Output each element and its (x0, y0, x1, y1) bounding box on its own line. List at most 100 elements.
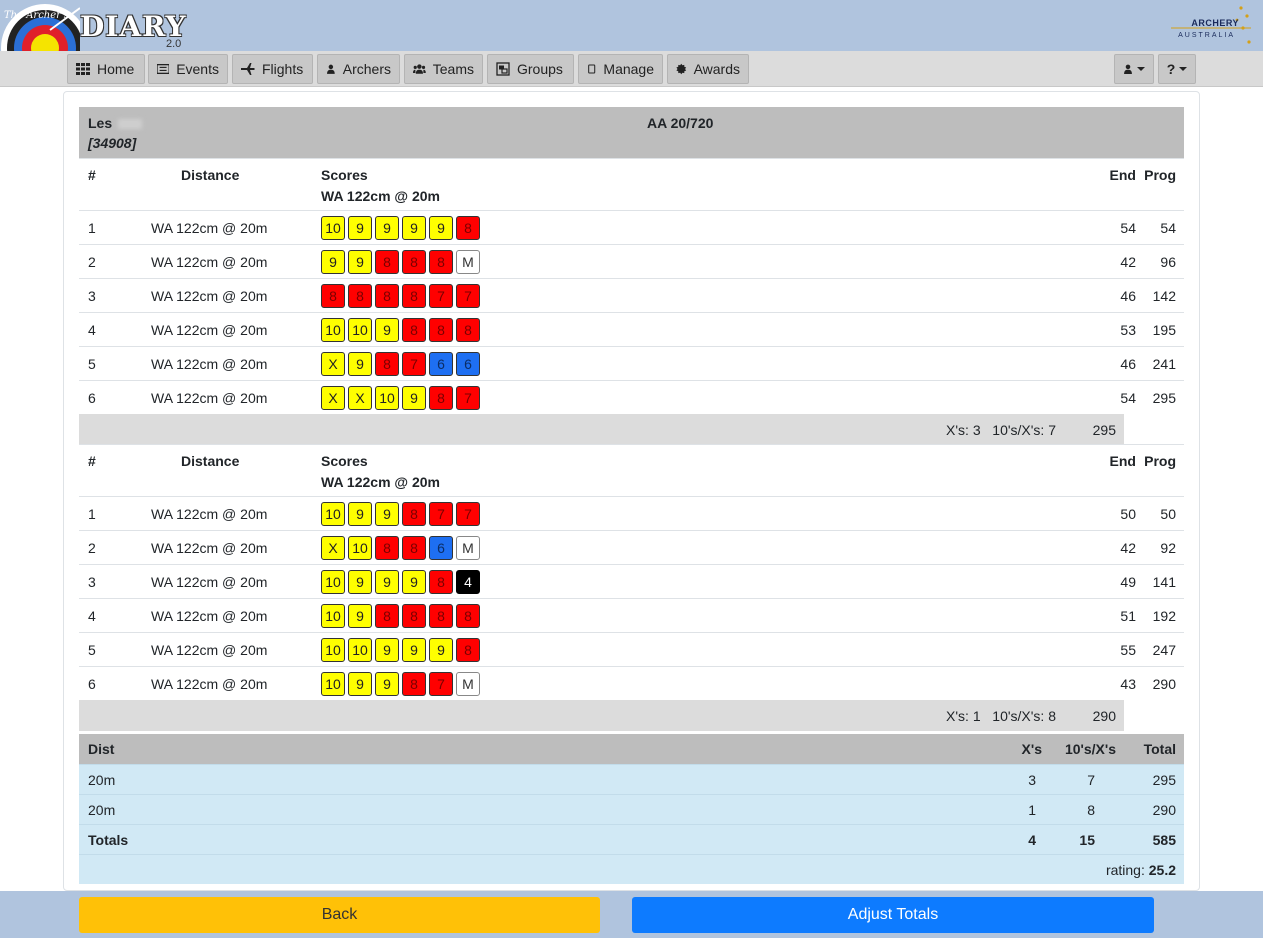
arrow-score[interactable]: 7 (456, 502, 480, 526)
arrow-score[interactable]: 9 (348, 216, 372, 240)
arrow-score[interactable]: 8 (429, 386, 453, 410)
arrow-score[interactable]: 8 (321, 284, 345, 308)
arrow-score[interactable]: 9 (321, 250, 345, 274)
arrow-score[interactable]: 10 (321, 604, 345, 628)
arrow-score[interactable]: 8 (456, 216, 480, 240)
arrow-score[interactable]: 8 (429, 250, 453, 274)
arrow-score[interactable]: 8 (375, 604, 399, 628)
arrow-score[interactable]: 8 (456, 638, 480, 662)
arrow-score[interactable]: 8 (429, 570, 453, 594)
arrow-score[interactable]: 10 (321, 502, 345, 526)
arrow-score[interactable]: 8 (402, 284, 426, 308)
nav-awards-button[interactable]: Awards (667, 54, 749, 84)
arrow-score[interactable]: 10 (321, 570, 345, 594)
arrow-score[interactable]: 9 (348, 250, 372, 274)
end-row[interactable]: 2 WA 122cm @ 20m X 10 8 8 6 M 42 92 (79, 530, 1184, 564)
arrow-score[interactable]: X (348, 386, 372, 410)
help-menu-dropdown[interactable]: ? (1158, 54, 1196, 84)
nav-home-button[interactable]: Home (67, 54, 145, 84)
arrow-score[interactable]: 9 (348, 352, 372, 376)
arrow-score[interactable]: 8 (402, 604, 426, 628)
arrow-score[interactable]: 8 (402, 502, 426, 526)
arrow-score[interactable]: 8 (375, 536, 399, 560)
end-row[interactable]: 6 WA 122cm @ 20m X X 10 9 8 7 54 295 (79, 380, 1184, 414)
arrow-score[interactable]: 9 (375, 502, 399, 526)
arrow-score[interactable]: 7 (429, 502, 453, 526)
end-number: 6 (88, 390, 96, 406)
nav-events-button[interactable]: Events (148, 54, 228, 84)
arrow-score[interactable]: X (321, 352, 345, 376)
arrow-score[interactable]: M (456, 536, 480, 560)
arrow-score[interactable]: 6 (429, 352, 453, 376)
arrow-score[interactable]: 8 (402, 536, 426, 560)
adjust-totals-button[interactable]: Adjust Totals (632, 897, 1154, 933)
arrow-score[interactable]: 7 (456, 386, 480, 410)
arrow-score[interactable]: 10 (375, 386, 399, 410)
arrow-score[interactable]: M (456, 672, 480, 696)
arrow-score[interactable]: 10 (348, 638, 372, 662)
arrow-score[interactable]: 8 (375, 284, 399, 308)
nav-teams-button[interactable]: Teams (404, 54, 483, 84)
arrow-score[interactable]: 8 (429, 604, 453, 628)
arrow-score[interactable]: 9 (429, 638, 453, 662)
nav-manage-button[interactable]: Manage (578, 54, 663, 84)
arrow-score[interactable]: 7 (456, 284, 480, 308)
arrow-score[interactable]: M (456, 250, 480, 274)
end-row[interactable]: 3 WA 122cm @ 20m 10 9 9 9 8 4 49 141 (79, 564, 1184, 598)
arrow-score[interactable]: 10 (348, 536, 372, 560)
arrow-score[interactable]: 8 (375, 352, 399, 376)
arrow-score[interactable]: 4 (456, 570, 480, 594)
summary-tens: 7 (1087, 772, 1095, 788)
arrow-score[interactable]: 9 (348, 604, 372, 628)
end-row[interactable]: 2 WA 122cm @ 20m 9 9 8 8 8 M 42 96 (79, 244, 1184, 278)
end-row[interactable]: 5 WA 122cm @ 20m 10 10 9 9 9 8 55 247 (79, 632, 1184, 666)
end-row[interactable]: 1 WA 122cm @ 20m 10 9 9 8 7 7 50 50 (79, 496, 1184, 530)
arrow-score[interactable]: 7 (429, 284, 453, 308)
end-row[interactable]: 6 WA 122cm @ 20m 10 9 9 8 7 M 43 290 (79, 666, 1184, 700)
arrow-score[interactable]: 6 (429, 536, 453, 560)
arrow-score[interactable]: 10 (321, 216, 345, 240)
arrow-score[interactable]: 9 (402, 216, 426, 240)
arrow-score[interactable]: 10 (348, 318, 372, 342)
arrow-score[interactable]: 7 (402, 352, 426, 376)
arrow-score[interactable]: 8 (456, 604, 480, 628)
end-row[interactable]: 4 WA 122cm @ 20m 10 10 9 8 8 8 53 195 (79, 312, 1184, 346)
arrow-score[interactable]: 8 (429, 318, 453, 342)
arrow-score[interactable]: 9 (402, 570, 426, 594)
end-row[interactable]: 3 WA 122cm @ 20m 8 8 8 8 7 7 46 142 (79, 278, 1184, 312)
back-button[interactable]: Back (79, 897, 600, 933)
nav-groups-button[interactable]: Groups (487, 54, 574, 84)
user-menu-dropdown[interactable] (1114, 54, 1154, 84)
arrow-score[interactable]: 9 (375, 216, 399, 240)
arrow-score[interactable]: 6 (456, 352, 480, 376)
arrow-score[interactable]: 8 (375, 250, 399, 274)
arrow-score[interactable]: 9 (375, 672, 399, 696)
arrow-score[interactable]: X (321, 536, 345, 560)
end-row[interactable]: 1 WA 122cm @ 20m 10 9 9 9 9 8 54 54 (79, 210, 1184, 244)
arrow-score[interactable]: 7 (429, 672, 453, 696)
arrow-score[interactable]: 8 (348, 284, 372, 308)
arrow-score[interactable]: 9 (375, 318, 399, 342)
arrow-score[interactable]: X (321, 386, 345, 410)
arrow-score[interactable]: 10 (321, 638, 345, 662)
arrow-score[interactable]: 9 (375, 570, 399, 594)
arrow-score[interactable]: 9 (348, 672, 372, 696)
app-logo[interactable]: The Archer's DIARY 2.0 (0, 0, 190, 51)
arrow-score[interactable]: 9 (348, 502, 372, 526)
arrow-score[interactable]: 8 (402, 672, 426, 696)
arrow-score[interactable]: 8 (456, 318, 480, 342)
arrow-score[interactable]: 10 (321, 318, 345, 342)
arrow-score[interactable]: 10 (321, 672, 345, 696)
nav-archers-button[interactable]: Archers (317, 54, 400, 84)
nav-flights-button[interactable]: Flights (232, 54, 313, 84)
arrow-score[interactable]: 8 (402, 318, 426, 342)
arrow-score[interactable]: 9 (402, 386, 426, 410)
end-row[interactable]: 4 WA 122cm @ 20m 10 9 8 8 8 8 51 192 (79, 598, 1184, 632)
arrow-score[interactable]: 9 (402, 638, 426, 662)
end-row[interactable]: 5 WA 122cm @ 20m X 9 8 7 6 6 46 241 (79, 346, 1184, 380)
arrow-score[interactable]: 8 (402, 250, 426, 274)
arrow-score[interactable]: 9 (348, 570, 372, 594)
arrow-score[interactable]: 9 (375, 638, 399, 662)
list-icon (157, 63, 170, 75)
arrow-score[interactable]: 9 (429, 216, 453, 240)
